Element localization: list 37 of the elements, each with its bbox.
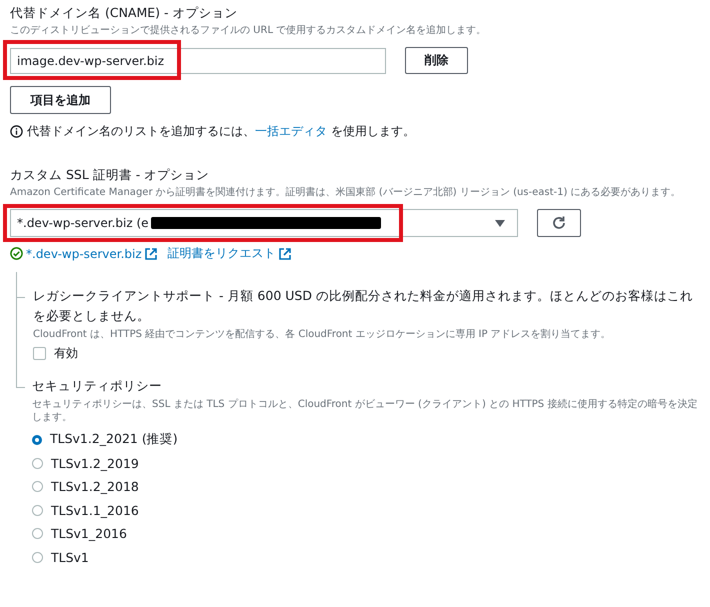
field-description: CloudFront は、HTTPS 経由でコンテンツを配信する、各 CloudFront エッジロケーションに専用 IP アドレスを割り当てます。 — [33, 328, 612, 341]
radio-label: TLSv1.2_2021 (推奨) — [50, 431, 178, 448]
radio-button[interactable] — [32, 528, 43, 540]
field-label: レガシークライアントサポート - 月額 600 USD の比例配分された料金が適用されます。ほとんどのお客様はこれを必要としません。 — [33, 287, 694, 325]
radio-button[interactable] — [32, 434, 42, 445]
radio-label: TLSv1 — [51, 550, 89, 565]
field-label: カスタム SSL 証明書 - オプション — [10, 166, 210, 184]
bulk-editor-link[interactable]: 一括エディタ — [255, 124, 327, 138]
radio-button[interactable] — [32, 504, 43, 516]
refresh-icon — [551, 215, 567, 231]
domain-input[interactable]: image.dev-wp-server.biz — [10, 48, 386, 74]
refresh-button[interactable] — [537, 209, 581, 237]
certificate-link[interactable]: *.dev-wp-server.biz — [26, 246, 142, 260]
radio-button[interactable] — [32, 458, 43, 469]
field-label: 代替ドメイン名 (CNAME) - オプション — [10, 4, 238, 22]
radio-button[interactable] — [32, 481, 43, 492]
info-text: 代替ドメイン名のリストを追加するには、一括エディタ を使用します。 — [27, 123, 415, 140]
external-link-icon — [278, 248, 291, 260]
field-description: このディストリビューションで提供されるファイルの URL で使用するカスタムドメイン名を追加します。 — [10, 24, 488, 37]
radio-label: TLSv1.1_2016 — [51, 502, 139, 518]
checkbox-label: 有効 — [54, 345, 78, 362]
field-description: セキュリティポリシーは、SSL または TLS プロトコルと、CloudFront がビューワー (クライアント) との HTTPS 接続に使用する特定の暗号を決定します。 — [32, 398, 698, 424]
radio-label: TLSv1.2_2018 — [51, 479, 139, 494]
external-link-icon — [144, 248, 157, 260]
caret-icon — [495, 220, 505, 228]
certificate-select[interactable]: *.dev-wp-server.biz (e — [10, 209, 518, 237]
checkbox[interactable] — [33, 347, 46, 360]
certificate-link[interactable]: 証明書をリクエスト — [168, 245, 276, 262]
remove-button[interactable]: 削除 — [405, 47, 468, 74]
radio-label: TLSv1.2_2019 — [51, 456, 139, 471]
field-description: Amazon Certificate Manager から証明書を関連付けます。証明書は、米国東部 (バージニア北部) リージョン (us-east-1) にある必要があります。 — [10, 186, 682, 199]
info-icon — [10, 125, 23, 138]
add-item-button[interactable]: 項目を追加 — [10, 86, 111, 114]
check-circle-icon — [10, 247, 23, 260]
radio-label: TLSv1_2016 — [51, 526, 127, 542]
field-label: セキュリティポリシー — [32, 377, 163, 395]
radio-button[interactable] — [32, 552, 43, 563]
